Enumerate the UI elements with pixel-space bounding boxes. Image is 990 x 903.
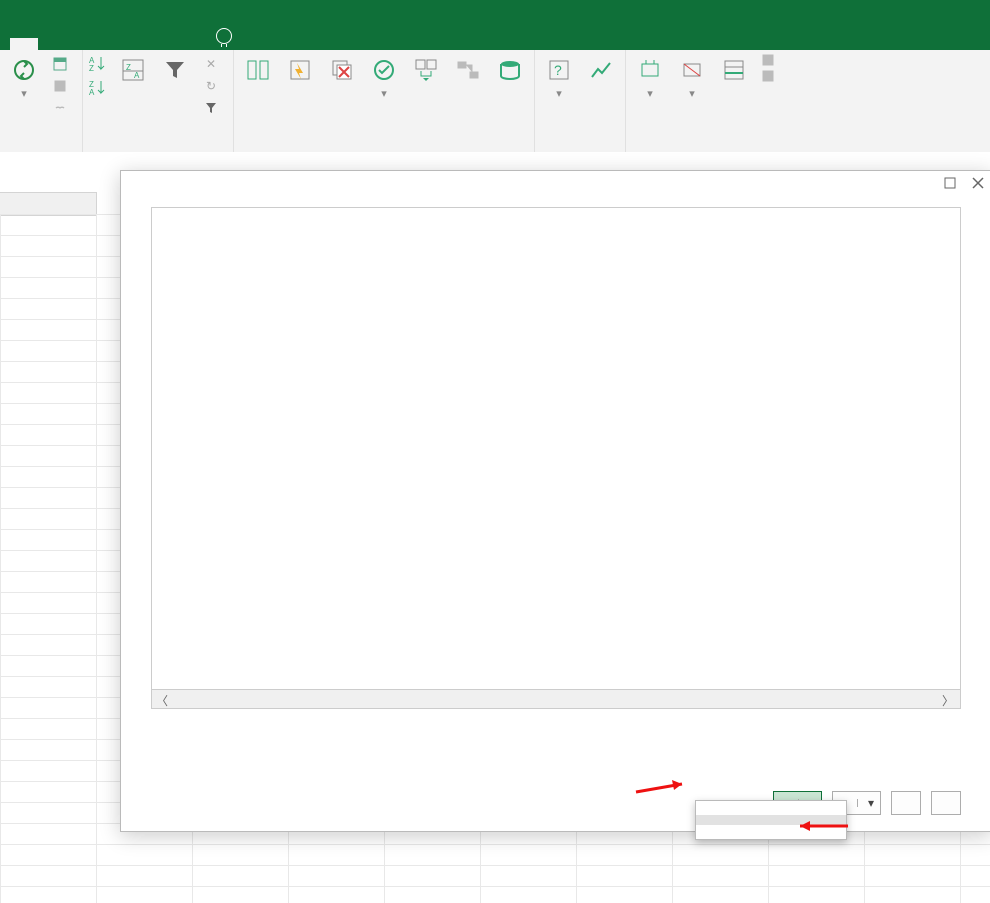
whatif-icon: ? <box>545 56 573 84</box>
group-outline-label <box>632 132 778 152</box>
group-datatools: ▾ <box>234 50 535 152</box>
group-queries-label <box>6 132 76 152</box>
transform-button[interactable] <box>891 791 921 815</box>
expand-icon[interactable]: + <box>762 54 778 68</box>
svg-text:A: A <box>89 88 95 96</box>
group-forecast: ?▾ <box>535 50 626 152</box>
ribbon-tabs <box>0 22 990 50</box>
load-dropdown-icon[interactable]: ▾ <box>862 792 880 814</box>
refresh-all-button[interactable]: ▾ <box>6 54 42 103</box>
tab-baidu[interactable] <box>178 38 206 50</box>
clear-icon: ✕ <box>203 56 219 72</box>
group-queries: ▾ <box>0 50 83 152</box>
svg-text:Z: Z <box>89 64 94 72</box>
forecast-sheet-button[interactable] <box>583 54 619 88</box>
tab-help[interactable] <box>122 38 150 50</box>
tab-view[interactable] <box>66 38 94 50</box>
sort-asc-icon[interactable]: AZ <box>89 54 109 72</box>
combine-menu <box>695 800 847 840</box>
ribbon: ▾ AZ ZA ZA ✕ <box>0 50 990 153</box>
text-to-columns-icon <box>244 56 272 84</box>
text-to-columns-button[interactable] <box>240 54 276 88</box>
svg-text:A: A <box>134 71 140 80</box>
whatif-button[interactable]: ?▾ <box>541 54 577 103</box>
scroll-right-icon[interactable]: 〉 <box>942 692 956 706</box>
svg-text:−: − <box>766 71 772 82</box>
reapply-button[interactable]: ↻ <box>199 76 227 96</box>
data-model-icon <box>496 56 524 84</box>
tellme-search[interactable] <box>206 22 248 50</box>
remove-duplicates-icon <box>328 56 356 84</box>
subtotal-button[interactable] <box>716 54 752 88</box>
maximize-icon[interactable] <box>943 176 957 190</box>
file-table: 〈 〉 <box>151 207 961 709</box>
group-sort: AZ ZA ZA ✕ ↻ <box>83 50 234 152</box>
close-icon[interactable] <box>971 176 985 190</box>
relationships-icon <box>454 56 482 84</box>
flash-fill-button[interactable] <box>282 54 318 88</box>
dialog-title <box>121 195 990 207</box>
tab-review[interactable] <box>38 38 66 50</box>
links-icon <box>52 100 68 116</box>
clear-filter-button[interactable]: ✕ <box>199 54 227 74</box>
folder-dialog: 〈 〉 ▾ ▾ <box>120 170 990 832</box>
properties-icon <box>52 78 68 94</box>
filter-button[interactable] <box>157 54 193 88</box>
queries-icon <box>52 56 68 72</box>
refresh-icon <box>10 56 38 84</box>
advanced-icon <box>203 100 219 116</box>
subtotal-icon <box>720 56 748 84</box>
sort-desc-icon[interactable]: ZA <box>89 78 109 96</box>
group-datatools-label <box>240 132 528 152</box>
scroll-left-icon[interactable]: 〈 <box>156 692 170 706</box>
menu-combine-load-to[interactable] <box>696 825 846 835</box>
collapse-icon[interactable]: − <box>762 70 778 84</box>
group-icon <box>636 56 664 84</box>
filter-icon <box>161 56 189 84</box>
consolidate-icon <box>412 56 440 84</box>
validation-icon <box>370 56 398 84</box>
data-model-button[interactable] <box>492 54 528 88</box>
tab-developer[interactable] <box>94 38 122 50</box>
edit-links-button[interactable] <box>48 98 76 118</box>
queries-button[interactable] <box>48 54 76 74</box>
sort-icon: ZA <box>119 56 147 84</box>
group-button[interactable]: ▾ <box>632 54 668 103</box>
tab-data[interactable] <box>10 38 38 50</box>
titlebar <box>0 0 990 22</box>
group-sort-label <box>89 132 227 152</box>
ungroup-icon <box>678 56 706 84</box>
cancel-button[interactable] <box>931 791 961 815</box>
remove-duplicates-button[interactable] <box>324 54 360 88</box>
menu-combine-transform[interactable] <box>696 805 846 815</box>
svg-text:+: + <box>765 56 771 67</box>
relationships-button[interactable] <box>450 54 486 88</box>
column-header-c[interactable] <box>0 192 97 216</box>
menu-combine-load[interactable] <box>696 815 846 825</box>
forecast-icon <box>587 56 615 84</box>
group-forecast-label <box>541 132 619 152</box>
ungroup-button[interactable]: ▾ <box>674 54 710 103</box>
consolidate-button[interactable] <box>408 54 444 88</box>
data-validation-button[interactable]: ▾ <box>366 54 402 103</box>
properties-button[interactable] <box>48 76 76 96</box>
lightbulb-icon <box>216 28 232 44</box>
advanced-filter-button[interactable] <box>199 98 227 118</box>
group-outline: ▾ ▾ + − <box>626 50 784 152</box>
svg-text:?: ? <box>554 62 562 78</box>
h-scrollbar[interactable]: 〈 〉 <box>152 689 960 708</box>
tab-powerpivot[interactable] <box>150 38 178 50</box>
reapply-icon: ↻ <box>203 78 219 94</box>
flash-fill-icon <box>286 56 314 84</box>
sort-button[interactable]: ZA <box>115 54 151 88</box>
